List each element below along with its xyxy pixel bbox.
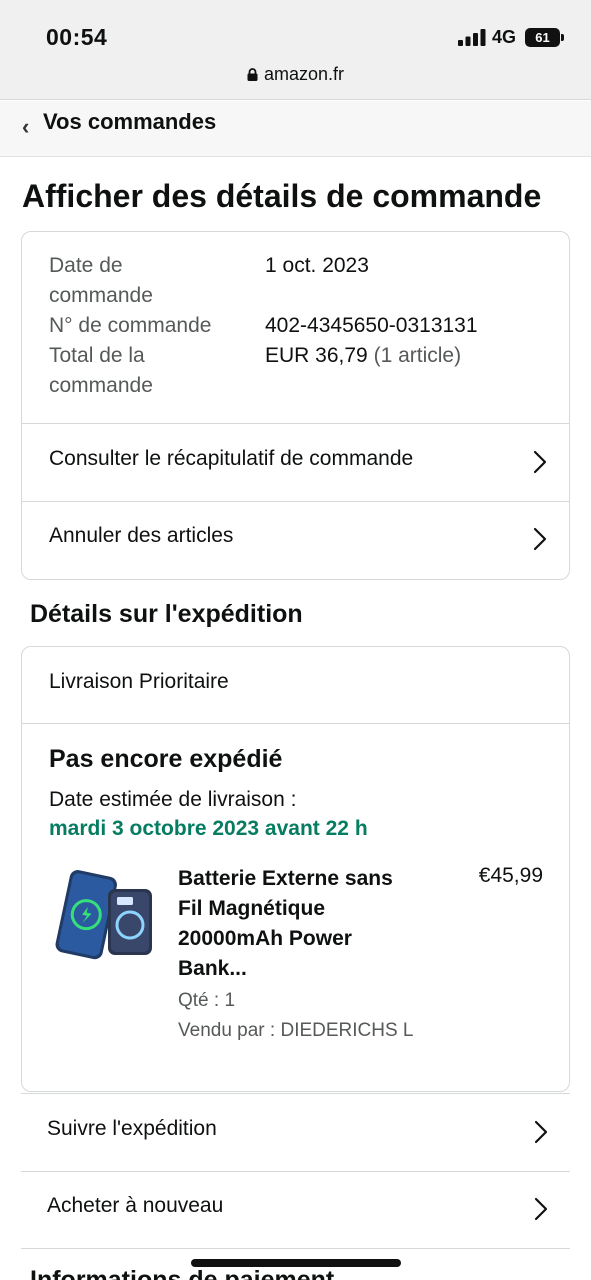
eta-value: mardi 3 octobre 2023 avant 22 h <box>49 817 368 840</box>
buy-again-label: Acheter à nouveau <box>47 1194 224 1217</box>
track-shipment-label: Suivre l'expédition <box>47 1117 217 1140</box>
product-price: €45,99 <box>478 864 543 887</box>
chevron-left-icon: ‹ <box>22 114 30 139</box>
network-type: 4G <box>492 27 517 47</box>
chevron-right-icon <box>533 527 547 551</box>
chevron-right-icon <box>533 450 547 474</box>
product-quantity: Qté : 1 <box>178 990 236 1011</box>
address-bar[interactable]: amazon.fr <box>0 64 591 85</box>
payment-section-title: Informations de paiement <box>30 1266 335 1280</box>
url-text: amazon.fr <box>263 64 345 84</box>
shipment-card: Livraison Prioritaire Pas encore expédié… <box>21 646 570 1092</box>
order-date-label: Date de commande <box>49 254 153 307</box>
signal-icon <box>458 29 486 46</box>
cancel-items-label: Annuler des articles <box>49 524 234 547</box>
product-seller: Vendu par : DIEDERICHS L <box>178 1020 414 1041</box>
shipping-method: Livraison Prioritaire <box>49 670 229 693</box>
track-shipment-row[interactable]: Suivre l'expédition <box>21 1093 570 1171</box>
product-image[interactable] <box>48 869 156 963</box>
shipment-status: Pas encore expédié <box>49 745 283 773</box>
order-date-value: 1 oct. 2023 <box>265 254 369 277</box>
status-time: 00:54 <box>46 24 108 50</box>
product-title[interactable]: Batterie Externe sans Fil Magnétique 200… <box>178 864 428 984</box>
page-title: Afficher des détails de commande <box>22 178 542 214</box>
back-link[interactable]: Vos commandes <box>43 107 216 137</box>
battery-icon: 61 <box>525 28 560 47</box>
shipping-section-title: Détails sur l'expédition <box>30 600 303 628</box>
order-total-label: Total de la commande <box>49 344 153 397</box>
order-summary-card: Date de commande 1 oct. 2023 N° de comma… <box>21 231 570 580</box>
order-item-count: (1 article) <box>373 344 462 367</box>
lock-icon <box>247 68 258 81</box>
cancel-items-row[interactable]: Annuler des articles <box>22 501 569 579</box>
home-indicator[interactable] <box>191 1259 401 1267</box>
back-navigation[interactable]: ‹ Vos commandes <box>0 101 591 157</box>
order-recap-row[interactable]: Consulter le récapitulatif de commande <box>22 423 569 501</box>
status-bar: 00:54 4G 61 amazon.fr <box>0 0 591 100</box>
order-recap-label: Consulter le récapitulatif de commande <box>49 447 414 470</box>
order-total-value: EUR 36,79 (1 article) <box>265 344 462 367</box>
chevron-right-icon <box>534 1120 548 1144</box>
shipment-divider <box>22 723 569 724</box>
eta-label: Date estimée de livraison : <box>49 788 297 811</box>
chevron-right-icon <box>534 1197 548 1221</box>
order-number-value: 402-4345650-0313131 <box>265 314 478 337</box>
buy-again-row[interactable]: Acheter à nouveau <box>21 1171 570 1249</box>
battery-tip <box>561 34 564 41</box>
order-number-label: N° de commande <box>49 314 212 337</box>
